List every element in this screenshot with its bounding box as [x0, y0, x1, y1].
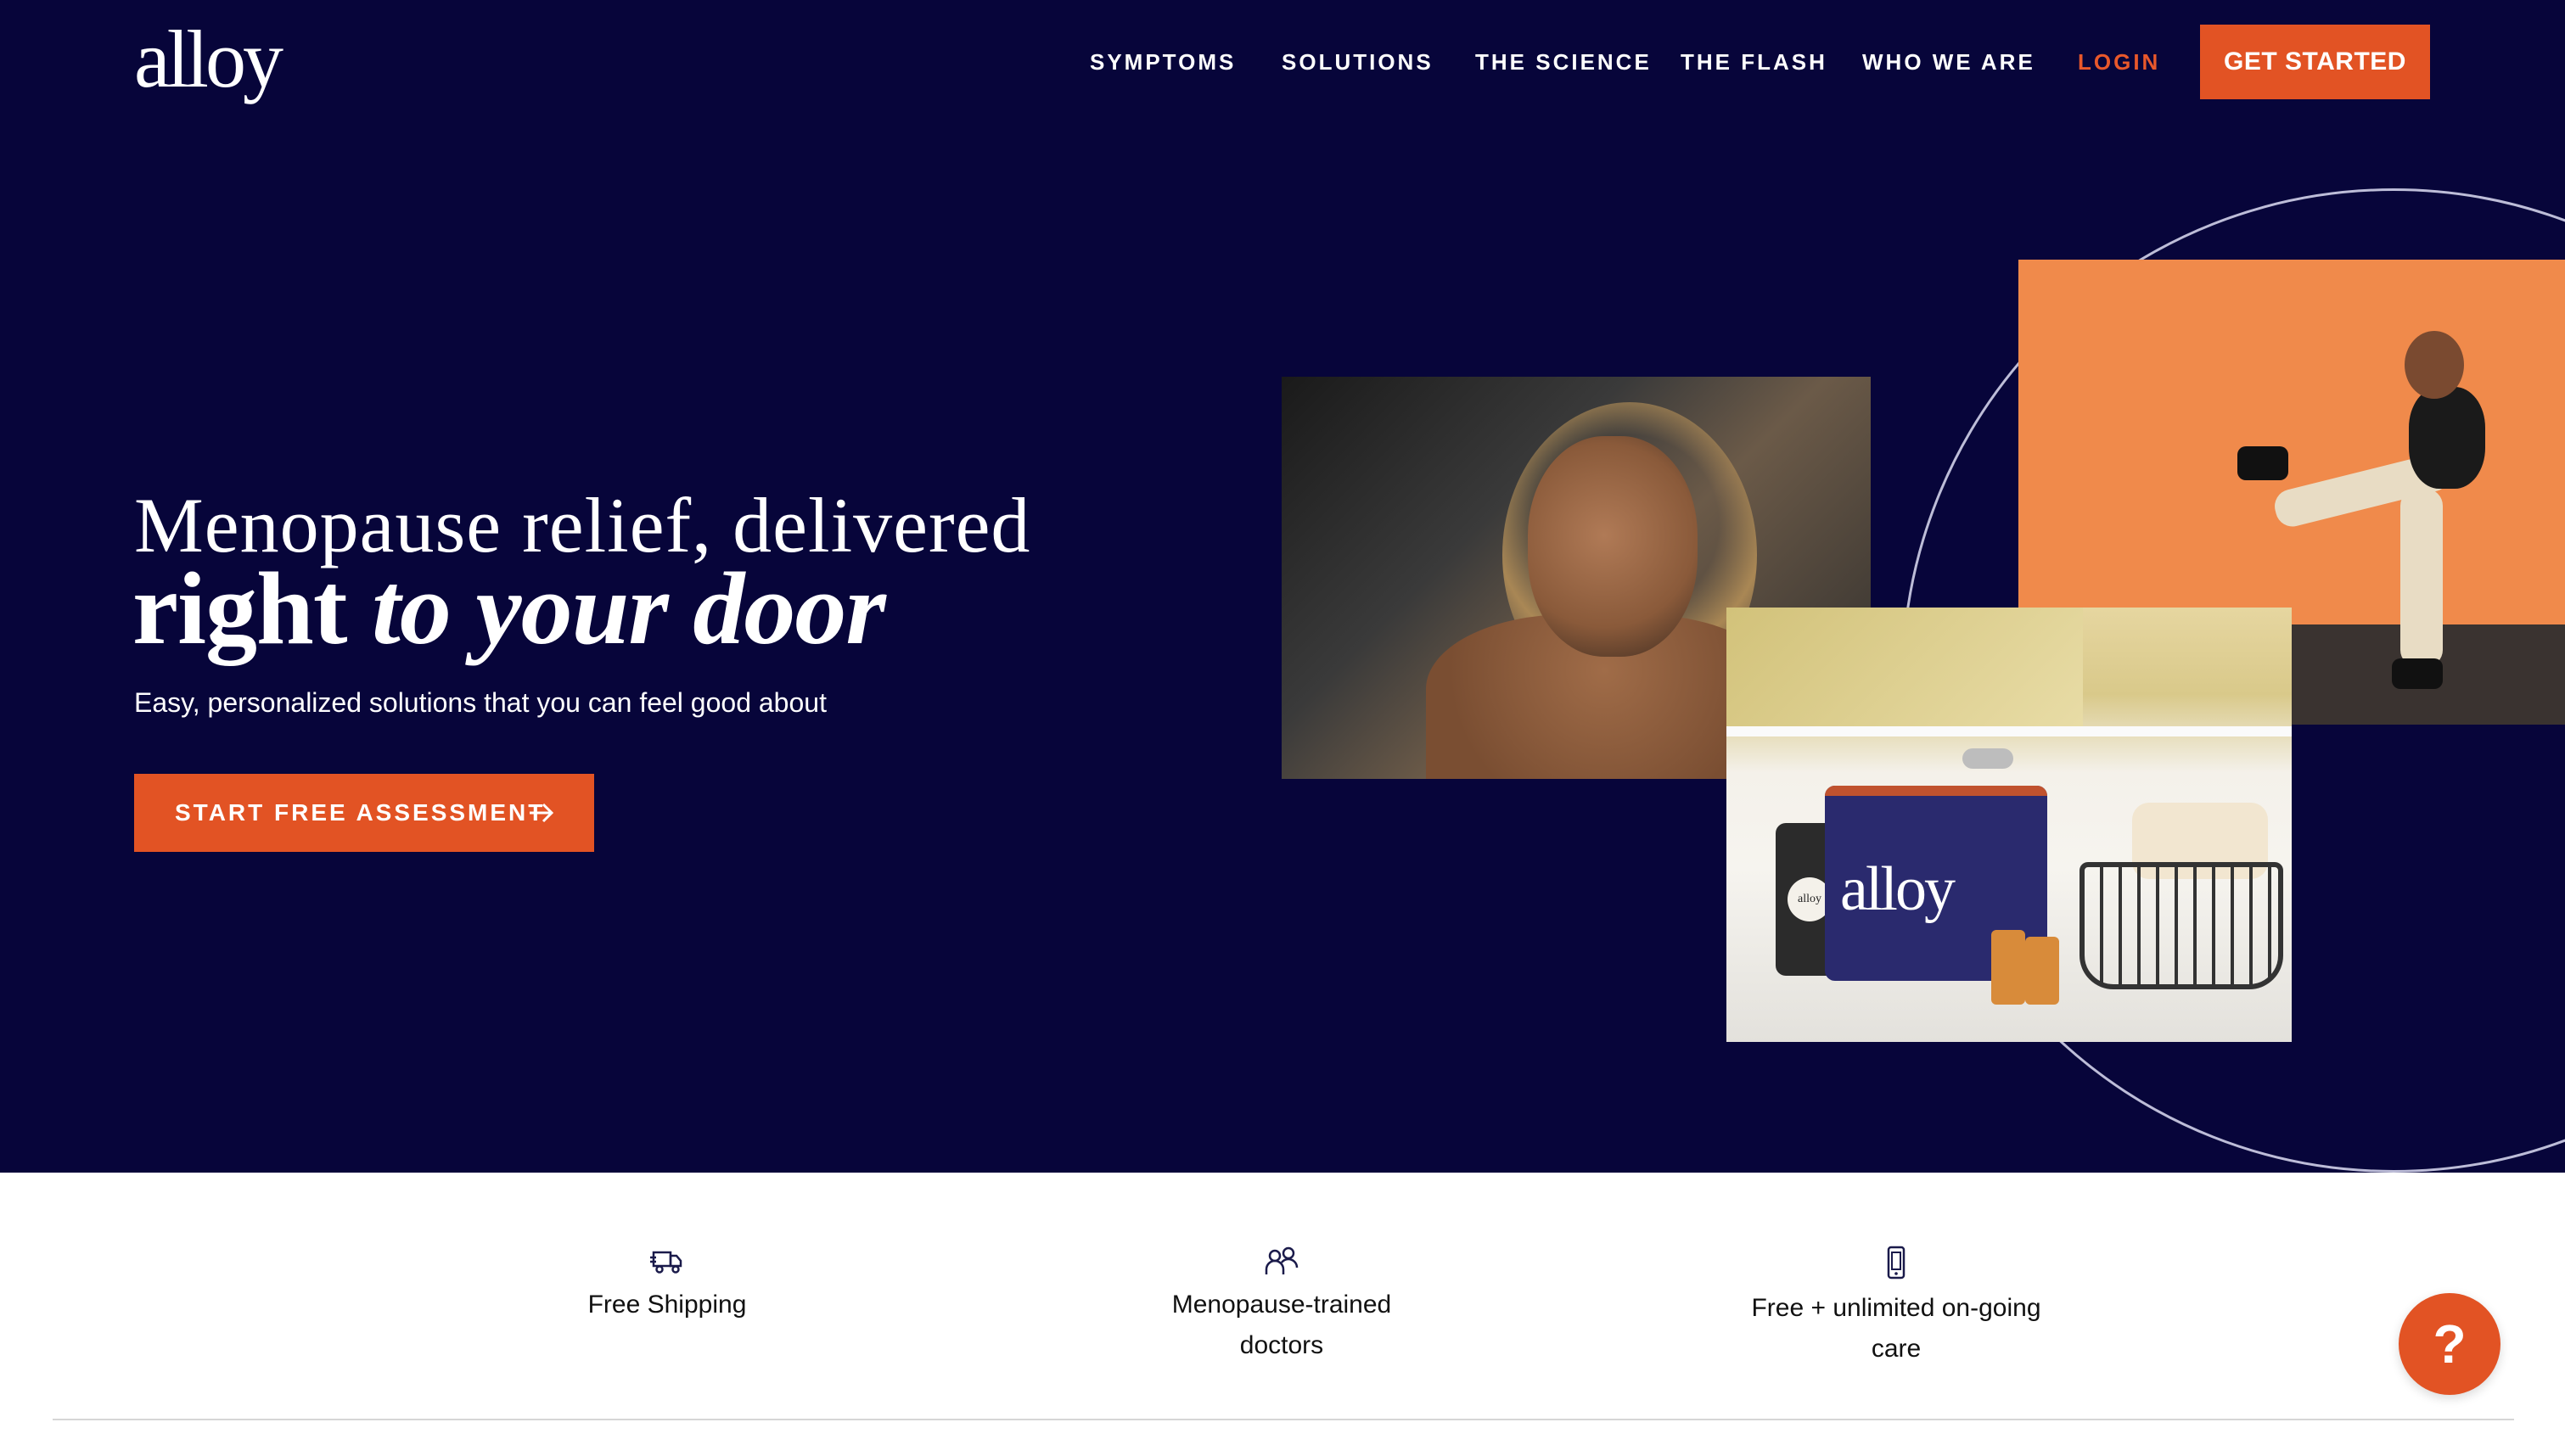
nav-item-the-science[interactable]: THE SCIENCE [1475, 49, 1652, 76]
feature-label-line2: doctors [1239, 1331, 1324, 1359]
headline-italic: to your door [372, 552, 886, 666]
nav-item-who-we-are[interactable]: WHO WE ARE [1862, 49, 2035, 76]
feature-label-line2: care [1871, 1335, 1922, 1363]
truck-icon [650, 1251, 682, 1274]
headline-bold: right [132, 552, 373, 666]
start-assessment-label: START FREE ASSESSMENT [175, 799, 546, 826]
doctors-icon [1265, 1246, 1299, 1274]
alloy-kit-photo: alloy alloy [1726, 608, 2292, 1042]
get-started-button[interactable]: GET STARTED [2200, 25, 2430, 99]
help-button[interactable]: ? [2399, 1293, 2500, 1395]
phone-icon [1887, 1246, 1906, 1280]
nav-item-solutions[interactable]: SOLUTIONS [1282, 49, 1434, 76]
feature-unlimited-care: Free + unlimited on-going care [1711, 1246, 2081, 1369]
headline-line-2: right to your door [132, 550, 886, 669]
features-bar: Free Shipping Menopause-trained doctors … [0, 1173, 2565, 1456]
bag-logo: alloy [1840, 854, 1956, 924]
feature-label: Free + unlimited on-going [1751, 1294, 2041, 1322]
login-link[interactable]: LOGIN [2078, 49, 2160, 76]
start-free-assessment-button[interactable]: START FREE ASSESSMENT [134, 774, 594, 852]
feature-free-shipping: Free Shipping [511, 1246, 823, 1325]
alloy-logo[interactable]: alloy [134, 12, 283, 106]
feature-menopause-doctors: Menopause-trained doctors [1125, 1246, 1438, 1366]
section-divider [53, 1419, 2514, 1420]
feature-label: Free Shipping [587, 1291, 747, 1319]
hero-section: alloy SYMPTOMS SOLUTIONS THE SCIENCE THE… [0, 0, 2565, 1173]
arrow-right-icon [530, 803, 554, 823]
nav-item-the-flash[interactable]: THE FLASH [1681, 49, 1827, 76]
feature-label: Menopause-trained [1171, 1291, 1392, 1319]
nav-item-symptoms[interactable]: SYMPTOMS [1090, 49, 1236, 76]
hero-subtext: Easy, personalized solutions that you ca… [134, 687, 827, 718]
